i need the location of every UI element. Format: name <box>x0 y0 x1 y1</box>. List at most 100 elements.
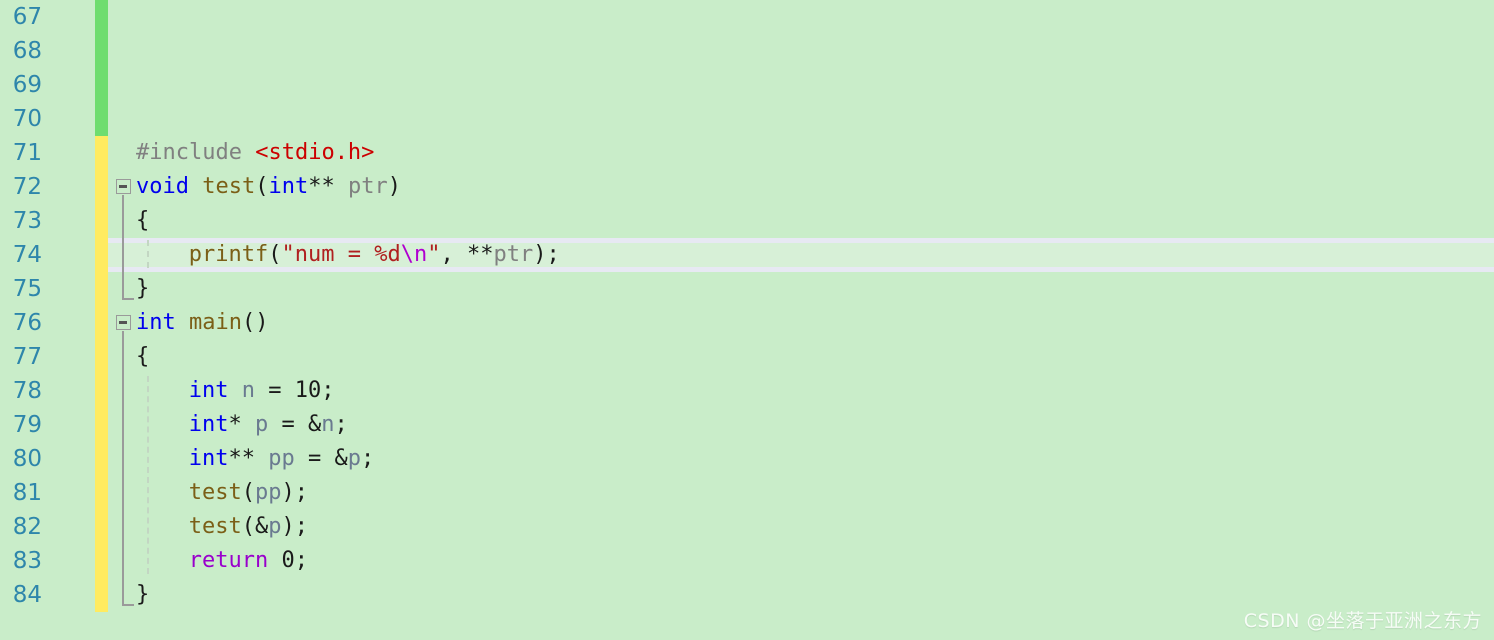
code-text: { <box>136 340 149 374</box>
token-var: n <box>241 378 256 403</box>
code-text: void test(int** ptr) <box>136 170 401 204</box>
line-number-gutter: 67 68 69 70 71 72 73 74 75 76 77 78 79 80 81 82 83 84 <box>0 0 95 640</box>
token-op <box>189 174 202 199</box>
code-line[interactable]: void test(int** ptr) <box>108 170 1494 204</box>
code-line[interactable] <box>108 34 1494 68</box>
code-line[interactable]: int* p = &n; <box>108 408 1494 442</box>
line-number: 80 <box>12 446 42 472</box>
block-guide <box>122 195 124 298</box>
code-line[interactable]: test(&p); <box>108 510 1494 544</box>
fold-toggle-76[interactable] <box>116 315 131 330</box>
line-number: 82 <box>12 514 42 540</box>
csdn-watermark: CSDN @坐落于亚洲之东方 <box>1243 610 1482 632</box>
code-text: { <box>136 204 149 238</box>
block-guide-foot <box>122 604 134 606</box>
unsaved-changes-bar <box>95 136 108 612</box>
token-op <box>335 174 348 199</box>
code-line[interactable]: test(pp); <box>108 476 1494 510</box>
token-op: ** <box>228 446 256 471</box>
line-number: 71 <box>12 140 42 166</box>
token-op: ( <box>255 174 269 199</box>
line-number: 75 <box>12 276 42 302</box>
line-number: 72 <box>12 174 42 200</box>
token-var: pp <box>255 480 282 505</box>
token-fn: test <box>202 174 256 199</box>
token-fn: test <box>188 514 242 539</box>
token-inc: <stdio.h> <box>255 140 375 165</box>
code-text: #include <stdio.h> <box>136 136 374 170</box>
token-esc: \n <box>400 242 428 267</box>
code-text: } <box>136 272 149 306</box>
token-op: ( <box>241 480 256 505</box>
code-line[interactable]: int main() <box>108 306 1494 340</box>
token-k: int <box>136 310 176 335</box>
minus-icon <box>119 185 127 188</box>
line-number: 77 <box>12 344 42 370</box>
token-str: " <box>427 242 441 267</box>
token-op: ** <box>308 174 335 199</box>
line-number: 83 <box>12 548 42 574</box>
token-k: int <box>188 412 229 437</box>
token-var: pp <box>268 446 295 471</box>
token-var: p <box>255 412 269 437</box>
token-id: ptr <box>347 174 388 199</box>
code-line[interactable]: { <box>108 204 1494 238</box>
line-number: 68 <box>12 38 42 64</box>
token-fn: main <box>189 310 242 335</box>
minus-icon <box>119 321 127 324</box>
token-op: ; <box>321 378 335 403</box>
token-k: int <box>268 174 309 199</box>
code-line[interactable] <box>108 0 1494 34</box>
code-line[interactable]: #include <stdio.h> <box>108 136 1494 170</box>
code-line[interactable]: } <box>108 272 1494 306</box>
line-number: 74 <box>12 242 42 268</box>
line-number: 73 <box>12 208 42 234</box>
line-number: 81 <box>12 480 42 506</box>
line-number: 70 <box>12 106 42 132</box>
token-op <box>242 412 255 437</box>
code-line[interactable] <box>108 68 1494 102</box>
token-var: n <box>321 412 335 437</box>
code-editor: 67 68 69 70 71 72 73 74 75 76 77 78 79 80 81 82 83 84 #in… <box>0 0 1494 640</box>
token-op <box>255 446 268 471</box>
code-line[interactable] <box>108 102 1494 136</box>
token-ctl: return <box>188 548 269 573</box>
token-op: (& <box>241 514 269 539</box>
token-op: ( <box>268 242 282 267</box>
indent-guide <box>147 240 149 268</box>
code-line[interactable]: { <box>108 340 1494 374</box>
code-line[interactable]: return 0; <box>108 544 1494 578</box>
line-number: 84 <box>12 582 42 608</box>
code-text: int* p = &n; <box>189 408 348 442</box>
line-number: 67 <box>12 4 42 30</box>
line-number: 78 <box>12 378 42 404</box>
code-line[interactable]: int** pp = &p; <box>108 442 1494 476</box>
token-op: ** <box>467 242 494 267</box>
line-number: 69 <box>12 72 42 98</box>
token-var: p <box>268 514 282 539</box>
token-op <box>229 378 242 403</box>
token-op: * <box>228 412 242 437</box>
token-op: = & <box>294 446 348 471</box>
code-line[interactable]: int n = 10; <box>108 374 1494 408</box>
token-k: int <box>188 446 229 471</box>
token-op: , <box>440 242 467 267</box>
token-op: ); <box>533 242 560 267</box>
token-op: { <box>136 344 150 369</box>
token-op <box>176 310 189 335</box>
token-op: ; <box>294 548 309 573</box>
token-op: ) <box>387 174 401 199</box>
code-surface[interactable]: #include <stdio.h> void test(int** ptr){p… <box>108 0 1494 640</box>
token-op: } <box>136 276 150 301</box>
token-op: { <box>136 208 150 233</box>
token-op: ; <box>361 446 375 471</box>
token-k: int <box>188 378 229 403</box>
line-number: 79 <box>12 412 42 438</box>
token-num: 10 <box>294 378 322 403</box>
token-k: void <box>136 174 189 199</box>
code-text: } <box>136 578 149 612</box>
code-line[interactable]: printf("num = %d\n", **ptr); <box>108 238 1494 272</box>
token-var: p <box>347 446 362 471</box>
token-num: 0 <box>281 548 295 573</box>
fold-toggle-72[interactable] <box>116 179 131 194</box>
